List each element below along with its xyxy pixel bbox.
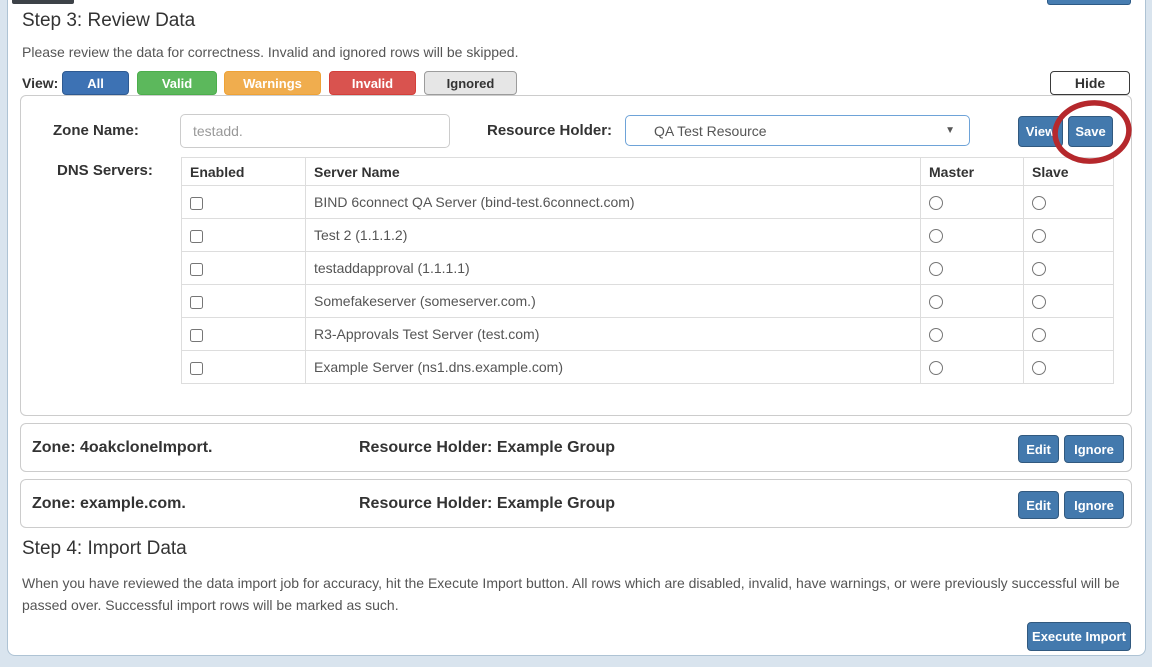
step3-description: Please review the data for correctness. … <box>22 44 518 60</box>
filter-ignored-button[interactable]: Ignored <box>424 71 517 95</box>
dns-servers-label: DNS Servers: <box>57 162 153 179</box>
zone-holder-label: Resource Holder: Example Group <box>359 439 615 457</box>
server-name-cell: testaddapproval (1.1.1.1) <box>306 252 921 285</box>
filter-invalid-button[interactable]: Invalid <box>329 71 416 95</box>
slave-radio[interactable] <box>1032 328 1046 342</box>
master-radio[interactable] <box>929 262 943 276</box>
slave-radio[interactable] <box>1032 229 1046 243</box>
execute-import-button[interactable]: Execute Import <box>1027 622 1131 651</box>
slave-radio[interactable] <box>1032 262 1046 276</box>
enabled-checkbox[interactable] <box>190 362 203 375</box>
import-wizard-screen: Step 3: Review Data Please review the da… <box>0 0 1152 667</box>
master-radio[interactable] <box>929 229 943 243</box>
hide-button[interactable]: Hide <box>1050 71 1130 95</box>
table-row: Example Server (ns1.dns.example.com) <box>182 351 1114 384</box>
server-name-cell: BIND 6connect QA Server (bind-test.6conn… <box>306 186 921 219</box>
table-row: R3-Approvals Test Server (test.com) <box>182 318 1114 351</box>
zone-label: Zone: 4oakcloneImport. <box>32 439 212 457</box>
table-row: BIND 6connect QA Server (bind-test.6conn… <box>182 186 1114 219</box>
save-button[interactable]: Save <box>1068 116 1113 147</box>
resource-holder-value: QA Test Resource <box>654 123 767 139</box>
filter-valid-button[interactable]: Valid <box>137 71 217 95</box>
table-header-row: Enabled Server Name Master Slave <box>182 158 1114 186</box>
cutoff-dark-element <box>12 0 74 4</box>
edit-button[interactable]: Edit <box>1018 435 1059 463</box>
edit-button[interactable]: Edit <box>1018 491 1059 519</box>
header-master: Master <box>921 158 1024 186</box>
filter-warnings-button[interactable]: Warnings <box>224 71 321 95</box>
table-row: testaddapproval (1.1.1.1) <box>182 252 1114 285</box>
step4-description: When you have reviewed the data import j… <box>22 572 1130 616</box>
enabled-checkbox[interactable] <box>190 197 203 210</box>
master-radio[interactable] <box>929 361 943 375</box>
table-row: Somefakeserver (someserver.com.) <box>182 285 1114 318</box>
server-name-cell: Example Server (ns1.dns.example.com) <box>306 351 921 384</box>
server-name-cell: R3-Approvals Test Server (test.com) <box>306 318 921 351</box>
zone-row-4oakcloneimport: Zone: 4oakcloneImport. Resource Holder: … <box>20 423 1132 472</box>
header-slave: Slave <box>1024 158 1114 186</box>
slave-radio[interactable] <box>1032 361 1046 375</box>
master-radio[interactable] <box>929 196 943 210</box>
slave-radio[interactable] <box>1032 295 1046 309</box>
chevron-down-icon: ▼ <box>945 125 955 136</box>
enabled-checkbox[interactable] <box>190 230 203 243</box>
enabled-checkbox[interactable] <box>190 263 203 276</box>
master-radio[interactable] <box>929 328 943 342</box>
dns-servers-table: Enabled Server Name Master Slave BIND 6c… <box>181 157 1114 384</box>
zone-label: Zone: example.com. <box>32 495 186 513</box>
server-name-cell: Test 2 (1.1.1.2) <box>306 219 921 252</box>
table-row: Test 2 (1.1.1.2) <box>182 219 1114 252</box>
zone-holder-label: Resource Holder: Example Group <box>359 495 615 513</box>
zone-name-label: Zone Name: <box>53 122 139 139</box>
header-server-name: Server Name <box>306 158 921 186</box>
header-enabled: Enabled <box>182 158 306 186</box>
server-name-cell: Somefakeserver (someserver.com.) <box>306 285 921 318</box>
enabled-checkbox[interactable] <box>190 329 203 342</box>
step4-title: Step 4: Import Data <box>22 538 187 560</box>
step3-title: Step 3: Review Data <box>22 10 195 32</box>
view-button[interactable]: View <box>1018 116 1063 147</box>
slave-radio[interactable] <box>1032 196 1046 210</box>
ignore-button[interactable]: Ignore <box>1064 491 1124 519</box>
zone-row-example-com: Zone: example.com. Resource Holder: Exam… <box>20 479 1132 528</box>
master-radio[interactable] <box>929 295 943 309</box>
zone-name-input[interactable] <box>180 114 450 148</box>
ignore-button[interactable]: Ignore <box>1064 435 1124 463</box>
enabled-checkbox[interactable] <box>190 296 203 309</box>
resource-holder-select[interactable]: QA Test Resource ▼ <box>625 115 970 146</box>
resource-holder-label: Resource Holder: <box>487 122 612 139</box>
filter-all-button[interactable]: All <box>62 71 129 95</box>
cutoff-blue-button[interactable] <box>1047 0 1131 5</box>
view-filter-label: View: <box>22 75 58 91</box>
